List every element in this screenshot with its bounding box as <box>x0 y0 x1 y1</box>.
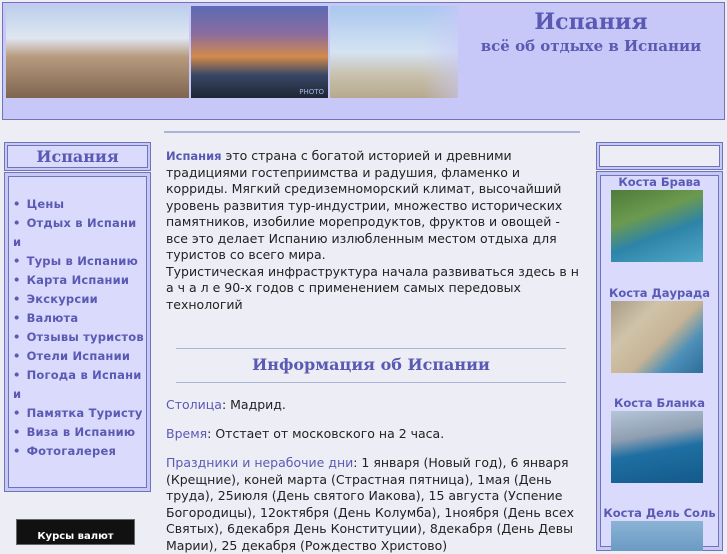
costa-daurada-photo[interactable] <box>611 301 703 373</box>
site-subtitle: всё об отдыхе в Испании <box>480 37 702 55</box>
info-capital-label: Столица <box>166 397 222 412</box>
info-time-value: : Отстает от московского на 2 часа. <box>207 426 445 441</box>
costa-brava-link[interactable]: Коста Брава <box>596 175 723 189</box>
site-title-block: Испания всё об отдыхе в Испании <box>473 7 709 55</box>
coast-night-photo: PHOTO <box>191 6 328 98</box>
info-capital-value: : Мадрид. <box>221 397 286 412</box>
menu-link-prices[interactable]: Цены <box>13 195 144 214</box>
menu-link-map[interactable]: Карта Испании <box>13 271 144 290</box>
info-holidays-label: Праздники и нерабочие дни <box>166 455 354 470</box>
costa-blanca-link[interactable]: Коста Бланка <box>596 396 723 410</box>
menu-link-visa[interactable]: Виза в Испанию <box>13 423 144 442</box>
section-divider-top <box>176 348 566 349</box>
section-divider-bottom <box>176 382 566 383</box>
currency-rates-badge[interactable]: Курсы валют <box>16 519 135 545</box>
currency-rates-label: Курсы валют <box>37 531 114 542</box>
costa-blanca-photo[interactable] <box>611 411 703 483</box>
menu-link-excursions[interactable]: Экскурсии <box>13 290 144 309</box>
menu-link-holiday[interactable]: Отдых в Испании <box>13 214 144 252</box>
photo-watermark: PHOTO <box>299 88 324 96</box>
costa-brava-photo[interactable] <box>611 190 703 262</box>
section-title: Информация об Испании <box>252 355 490 374</box>
top-divider <box>164 131 580 133</box>
site-title: Испания <box>534 9 648 35</box>
madrid-plaza-photo <box>6 6 189 98</box>
left-box-title: Испания <box>4 142 151 171</box>
info-holidays: Праздники и нерабочие дни: 1 января (Нов… <box>166 455 582 554</box>
intro-paragraph: Испания это страна с богатой историей и … <box>166 148 582 313</box>
left-menu: Цены Отдых в Испании Туры в Испанию Карт… <box>4 172 151 492</box>
info-time: Время: Отстает от московского на 2 часа. <box>166 426 582 443</box>
menu-link-gallery[interactable]: Фотогалерея <box>13 442 144 461</box>
site-header: PHOTO Испания всё об отдыхе в Испании <box>2 2 725 120</box>
costa-del-sol-link[interactable]: Коста Дель Соль <box>596 506 723 520</box>
menu-link-memo[interactable]: Памятка Туристу <box>13 404 144 423</box>
menu-link-reviews[interactable]: Отзывы туристов <box>13 328 144 347</box>
intro-text: это страна с богатой историей и древними… <box>166 148 563 262</box>
left-box-title-text: Испания <box>7 145 148 168</box>
menu-link-currency[interactable]: Валюта <box>13 309 144 328</box>
menu-link-weather[interactable]: Погода в Испании <box>13 366 144 404</box>
menu-link-tours[interactable]: Туры в Испанию <box>13 252 144 271</box>
costa-del-sol-photo[interactable] <box>611 521 703 551</box>
info-time-label: Время <box>166 426 208 441</box>
costa-daurada-link[interactable]: Коста Даурада <box>596 286 723 300</box>
menu-link-hotels[interactable]: Отели Испании <box>13 347 144 366</box>
info-capital: Столица: Мадрид. <box>166 397 582 414</box>
right-top-box <box>596 142 723 170</box>
intro-text-2: Туристическая инфраструктура начала разв… <box>166 263 579 312</box>
intro-brand: Испания <box>166 149 222 163</box>
